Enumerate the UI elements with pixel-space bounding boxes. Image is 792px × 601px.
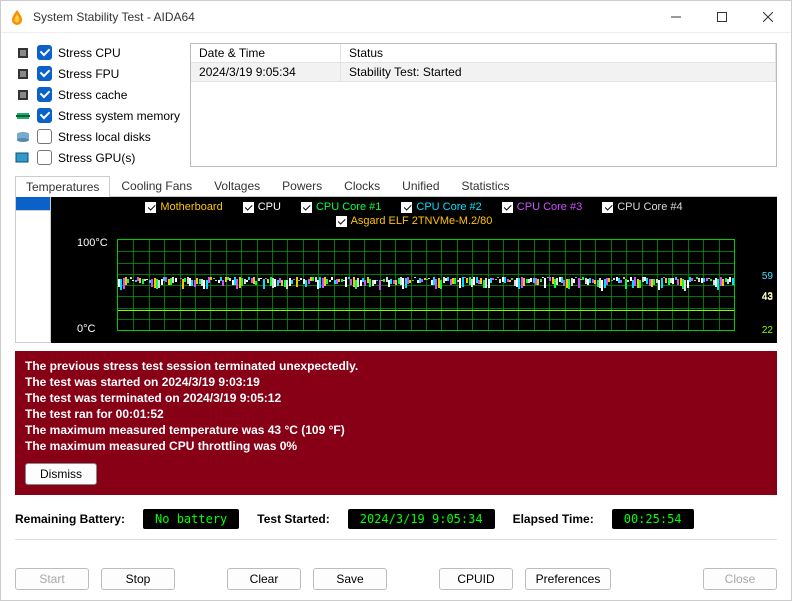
legend-checkbox-icon — [145, 202, 156, 213]
hardware-icon — [15, 45, 31, 61]
sensor-list-strip[interactable] — [15, 197, 51, 343]
legend-label: Motherboard — [160, 201, 222, 213]
stress-label: Stress GPU(s) — [58, 151, 135, 165]
hardware-icon — [15, 150, 31, 166]
close-window-button[interactable] — [745, 1, 791, 33]
battery-value: No battery — [143, 509, 239, 529]
legend-checkbox-icon — [243, 202, 254, 213]
app-icon — [9, 9, 25, 25]
stress-checkbox[interactable] — [37, 150, 52, 165]
dismiss-button[interactable]: Dismiss — [25, 463, 97, 485]
stress-label: Stress cache — [58, 88, 127, 102]
stress-label: Stress system memory — [58, 109, 180, 123]
minimize-button[interactable] — [653, 1, 699, 33]
warning-line: The maximum measured CPU throttling was … — [25, 439, 767, 453]
y-axis-min: 0°C — [77, 323, 95, 335]
elapsed-value: 00:25:54 — [612, 509, 694, 529]
series-value-label: 59 — [762, 271, 773, 282]
action-buttons: Start Stop Clear Save CPUID Preferences … — [1, 562, 791, 600]
event-log: Date & Time Status 2024/3/19 9:05:34 Sta… — [190, 43, 777, 167]
legend-checkbox-icon — [336, 216, 347, 227]
stress-label: Stress CPU — [58, 46, 121, 60]
stress-options: Stress CPU Stress FPU Stress cache Stress s… — [15, 43, 180, 167]
stress-checkbox[interactable] — [37, 108, 52, 123]
legend-checkbox-icon — [301, 202, 312, 213]
stress-option: Stress CPU — [15, 43, 180, 62]
stress-option: Stress FPU — [15, 64, 180, 83]
tab-clocks[interactable]: Clocks — [333, 175, 391, 196]
legend-label: Asgard ELF 2TNVMe-M.2/80 — [351, 215, 493, 227]
clear-button[interactable]: Clear — [227, 568, 301, 590]
log-row[interactable]: 2024/3/19 9:05:34 Stability Test: Starte… — [191, 63, 776, 82]
y-axis-max: 100°C — [77, 237, 108, 249]
stress-option: Stress local disks — [15, 127, 180, 146]
cpuid-button[interactable]: CPUID — [439, 568, 513, 590]
legend-item[interactable]: CPU Core #1 — [301, 201, 381, 213]
legend-item[interactable]: CPU Core #2 — [401, 201, 481, 213]
tab-voltages[interactable]: Voltages — [203, 175, 271, 196]
stress-option: Stress GPU(s) — [15, 148, 180, 167]
hardware-icon — [15, 129, 31, 145]
log-cell-datetime: 2024/3/19 9:05:34 — [191, 63, 341, 82]
warning-line: The test ran for 00:01:52 — [25, 407, 767, 421]
start-button[interactable]: Start — [15, 568, 89, 590]
legend-checkbox-icon — [401, 202, 412, 213]
plot-area — [117, 239, 735, 331]
window-title: System Stability Test - AIDA64 — [33, 10, 653, 24]
hardware-icon — [15, 87, 31, 103]
legend-item[interactable]: Motherboard — [145, 201, 222, 213]
temperature-chart: Motherboard CPU CPU Core #1 CPU Core #2 CPU … — [51, 197, 777, 343]
series-value-label: 22 — [762, 325, 773, 336]
legend-label: CPU Core #1 — [316, 201, 381, 213]
elapsed-label: Elapsed Time: — [513, 512, 594, 526]
started-value: 2024/3/19 9:05:34 — [348, 509, 495, 529]
titlebar: System Stability Test - AIDA64 — [1, 1, 791, 33]
stress-checkbox[interactable] — [37, 45, 52, 60]
legend-item[interactable]: CPU Core #4 — [602, 201, 682, 213]
hardware-icon — [15, 66, 31, 82]
stop-button[interactable]: Stop — [101, 568, 175, 590]
tab-cooling-fans[interactable]: Cooling Fans — [110, 175, 203, 196]
hardware-icon — [15, 108, 31, 124]
battery-label: Remaining Battery: — [15, 512, 125, 526]
series-value-label: 43 — [762, 292, 773, 303]
app-window: System Stability Test - AIDA64 Stress CP… — [0, 0, 792, 601]
warning-panel: The previous stress test session termina… — [15, 351, 777, 495]
status-bar: Remaining Battery: No battery Test Start… — [15, 509, 777, 529]
legend-label: CPU Core #2 — [416, 201, 481, 213]
tab-temperatures[interactable]: Temperatures — [15, 176, 110, 197]
legend-item[interactable]: CPU — [243, 201, 281, 213]
maximize-button[interactable] — [699, 1, 745, 33]
warning-line: The previous stress test session termina… — [25, 359, 767, 373]
chart-tabs: TemperaturesCooling FansVoltagesPowersCl… — [15, 175, 777, 197]
log-header-datetime: Date & Time — [191, 44, 341, 63]
legend-item[interactable]: CPU Core #3 — [502, 201, 582, 213]
stress-label: Stress FPU — [58, 67, 119, 81]
sensor-selected-indicator — [16, 197, 50, 211]
tab-powers[interactable]: Powers — [271, 175, 333, 196]
log-cell-status: Stability Test: Started — [341, 63, 776, 82]
legend-label: CPU Core #4 — [617, 201, 682, 213]
preferences-button[interactable]: Preferences — [525, 568, 611, 590]
stress-option: Stress system memory — [15, 106, 180, 125]
save-button[interactable]: Save — [313, 568, 387, 590]
close-button[interactable]: Close — [703, 568, 777, 590]
legend-label: CPU — [258, 201, 281, 213]
stress-option: Stress cache — [15, 85, 180, 104]
stress-checkbox[interactable] — [37, 66, 52, 81]
legend-checkbox-icon — [502, 202, 513, 213]
tab-unified[interactable]: Unified — [391, 175, 450, 196]
legend-checkbox-icon — [602, 202, 613, 213]
log-header-status: Status — [341, 44, 776, 63]
tab-statistics[interactable]: Statistics — [451, 175, 521, 196]
legend-item[interactable]: Asgard ELF 2TNVMe-M.2/80 — [336, 215, 493, 227]
legend-label: CPU Core #3 — [517, 201, 582, 213]
stress-label: Stress local disks — [58, 130, 151, 144]
warning-line: The test was started on 2024/3/19 9:03:1… — [25, 375, 767, 389]
stress-checkbox[interactable] — [37, 129, 52, 144]
warning-line: The maximum measured temperature was 43 … — [25, 423, 767, 437]
warning-line: The test was terminated on 2024/3/19 9:0… — [25, 391, 767, 405]
stress-checkbox[interactable] — [37, 87, 52, 102]
started-label: Test Started: — [257, 512, 329, 526]
